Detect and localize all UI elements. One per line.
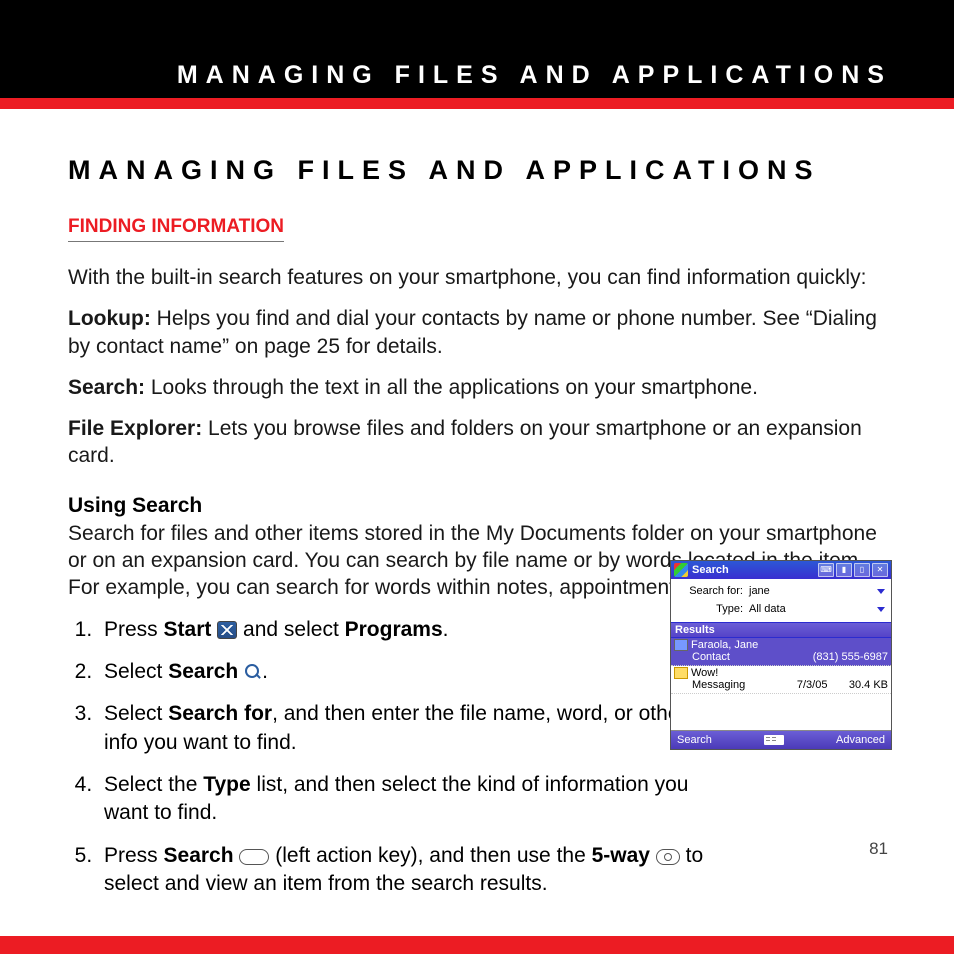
status-signal-icon: ▮ xyxy=(836,563,852,577)
messaging-icon xyxy=(674,667,688,679)
step-1-start: Start xyxy=(164,618,212,641)
step-5: Press Search (left action key), and then… xyxy=(98,842,704,899)
figure-searchfor-label: Search for: xyxy=(677,585,749,597)
figure-result-item[interactable]: Wow! Messaging 7/3/05 30.4 KB xyxy=(671,666,891,694)
start-icon xyxy=(217,621,237,639)
step-4-type: Type xyxy=(203,773,250,796)
figure-titlebar: Search ⌨ ▮ ▯ ✕ xyxy=(671,561,891,579)
def-fileexplorer: File Explorer: Lets you browse files and… xyxy=(68,415,892,470)
page-content: MANAGING FILES AND APPLICATIONS FINDING … xyxy=(0,109,954,889)
figure-item-meta1: 7/3/05 xyxy=(797,679,849,691)
status-char-icon: ⌨ xyxy=(818,563,834,577)
figure-form: Search for: jane Type: All data xyxy=(671,579,891,622)
figure-item-name: Faraola, Jane xyxy=(691,639,758,651)
figure-results-list: Faraola, Jane Contact (831) 555-6987 Wow… xyxy=(671,638,891,731)
def-lookup-text: Helps you find and dial your contacts by… xyxy=(68,307,877,357)
def-lookup: Lookup: Helps you find and dial your con… xyxy=(68,305,892,360)
figure-type-value[interactable]: All data xyxy=(749,603,877,615)
page-title: MANAGING FILES AND APPLICATIONS xyxy=(68,155,892,186)
step-5-search: Search xyxy=(164,844,234,867)
figure-title: Search xyxy=(692,564,814,576)
figure-item-meta1: (831) 555-6987 xyxy=(813,651,888,663)
figure-item-name: Wow! xyxy=(691,667,718,679)
step-5-text: Press xyxy=(104,844,164,867)
def-search-text: Looks through the text in all the applic… xyxy=(145,376,758,399)
windows-flag-icon xyxy=(674,563,688,577)
header-bar: MANAGING FILES AND APPLICATIONS xyxy=(0,0,954,98)
figure-type-label: Type: xyxy=(677,603,749,615)
dropdown-icon[interactable] xyxy=(877,607,885,612)
red-stripe-bottom xyxy=(0,936,954,954)
step-2-text: Select xyxy=(104,660,168,683)
subheading-using-search: Using Search xyxy=(68,494,892,518)
step-1-programs: Programs xyxy=(345,618,443,641)
step-3-searchfor: Search for xyxy=(168,702,272,725)
figure-softkey-right[interactable]: Advanced xyxy=(836,734,885,746)
status-battery-icon: ▯ xyxy=(854,563,870,577)
figure-searchfor-value[interactable]: jane xyxy=(749,585,877,597)
figure-item-meta2: 30.4 KB xyxy=(849,679,888,691)
dropdown-icon[interactable] xyxy=(877,589,885,594)
step-1-text: Press xyxy=(104,618,164,641)
keyboard-icon[interactable] xyxy=(764,735,784,745)
figure-result-item[interactable]: Faraola, Jane Contact (831) 555-6987 xyxy=(671,638,891,666)
action-key-icon xyxy=(239,849,269,865)
figure-softkey-left[interactable]: Search xyxy=(677,734,712,746)
step-5-5way: 5-way xyxy=(592,844,650,867)
step-4-text: Select the xyxy=(104,773,203,796)
five-way-icon xyxy=(656,849,680,865)
figure-item-kind: Contact xyxy=(692,651,813,663)
page-number: 81 xyxy=(869,839,888,859)
section-heading: FINDING INFORMATION xyxy=(68,216,284,242)
figure-row-searchfor: Search for: jane xyxy=(677,582,885,600)
step-2-search: Search xyxy=(168,660,238,683)
intro-paragraph: With the built-in search features on you… xyxy=(68,264,892,291)
step-3-text: Select xyxy=(104,702,168,725)
def-search: Search: Looks through the text in all th… xyxy=(68,374,892,401)
step-1: Press Start and select Programs. xyxy=(98,616,704,644)
step-3: Select Search for, and then enter the fi… xyxy=(98,700,704,757)
status-close-icon: ✕ xyxy=(872,563,888,577)
figure-row-type: Type: All data xyxy=(677,600,885,618)
step-1-text2: and select xyxy=(237,618,344,641)
contact-icon xyxy=(674,639,688,651)
step-2: Select Search . xyxy=(98,658,704,686)
step-1-dot: . xyxy=(443,618,449,641)
def-file-label: File Explorer: xyxy=(68,417,202,440)
def-lookup-label: Lookup: xyxy=(68,307,151,330)
titlebar-status-icons: ⌨ ▮ ▯ ✕ xyxy=(818,563,888,577)
search-app-figure: Search ⌨ ▮ ▯ ✕ Search for: jane Type: Al… xyxy=(670,560,892,750)
running-title: MANAGING FILES AND APPLICATIONS xyxy=(177,61,892,90)
def-search-label: Search: xyxy=(68,376,145,399)
figure-softkey-bar: Search Advanced xyxy=(671,731,891,749)
red-stripe-top xyxy=(0,98,954,109)
step-2-dot: . xyxy=(262,660,268,683)
search-icon xyxy=(244,663,262,681)
step-5-text2: (left action key), and then use the xyxy=(269,844,591,867)
figure-results-header: Results xyxy=(671,622,891,638)
step-4: Select the Type list, and then select th… xyxy=(98,771,704,828)
figure-item-kind: Messaging xyxy=(692,679,797,691)
